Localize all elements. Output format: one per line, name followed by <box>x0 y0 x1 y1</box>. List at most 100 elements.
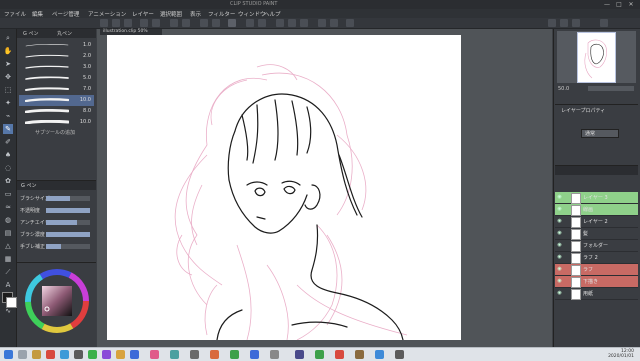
layer-row[interactable]: ◉ レイヤー 2 <box>555 216 638 228</box>
app-icon-12[interactable] <box>230 350 239 359</box>
tab-g-pen[interactable]: G ペン <box>23 30 38 37</box>
brush-item[interactable]: 10.0 <box>19 117 94 128</box>
minimize-button[interactable]: — <box>602 1 612 8</box>
app-icon-7[interactable] <box>130 350 139 359</box>
panel-icon-4[interactable] <box>600 19 608 27</box>
app-icon-19[interactable] <box>375 350 384 359</box>
color-wheel[interactable] <box>25 269 89 333</box>
eye-icon[interactable]: ◉ <box>556 266 563 273</box>
brush-item[interactable]: 7.0 <box>19 84 94 95</box>
panel-icon[interactable] <box>548 19 556 27</box>
property-row[interactable]: ブラシサイズ <box>20 195 93 203</box>
save-icon[interactable] <box>124 19 132 27</box>
close-button[interactable]: ✕ <box>626 1 636 8</box>
app-icon-14[interactable] <box>270 350 279 359</box>
search-icon[interactable] <box>18 350 27 359</box>
hand-icon[interactable]: ✋ <box>3 46 13 56</box>
property-row[interactable]: アンチエイリアス <box>20 219 93 227</box>
taskbar-clock[interactable]: 12:00 2020/01/01 <box>608 349 634 359</box>
app-icon-11[interactable] <box>210 350 219 359</box>
menu-view[interactable]: 表示 <box>190 10 201 18</box>
layer-row[interactable]: ◉ 下描き <box>555 276 638 288</box>
eye-icon[interactable]: ◉ <box>556 206 563 213</box>
property-slider[interactable] <box>46 232 90 237</box>
layer-row[interactable]: ◉ レイヤー 3 <box>555 192 638 204</box>
app-icon-20[interactable] <box>395 350 404 359</box>
property-row[interactable]: ブラシ濃度 <box>20 231 93 239</box>
navigator-zoom[interactable]: 50.0 <box>558 86 569 92</box>
transform-icon[interactable] <box>182 19 190 27</box>
add-subtool-link[interactable]: サブツールの追加 <box>35 129 75 136</box>
layer-row[interactable]: ◉ フォルダー <box>555 240 638 252</box>
eye-icon[interactable]: ◉ <box>556 242 563 249</box>
app-icon-2[interactable] <box>60 350 69 359</box>
app-icon-16[interactable] <box>315 350 324 359</box>
frame-icon[interactable]: ▦ <box>3 254 13 264</box>
grid-icon[interactable] <box>258 19 266 27</box>
property-slider[interactable] <box>46 244 90 249</box>
app-icon-5[interactable] <box>102 350 111 359</box>
figure-icon[interactable]: △ <box>3 241 13 251</box>
menu-selection[interactable]: 選択範囲 <box>160 10 182 18</box>
eyedropper-icon[interactable]: ⌁ <box>3 111 13 121</box>
rotate-icon[interactable] <box>330 19 338 27</box>
app-icon-6[interactable] <box>116 350 125 359</box>
eye-icon[interactable]: ◉ <box>556 278 563 285</box>
layer-row[interactable]: ◉ 用紙 <box>555 288 638 300</box>
eye-icon[interactable]: ◉ <box>556 194 563 201</box>
property-slider[interactable] <box>46 208 90 213</box>
settings-icon[interactable] <box>276 19 284 27</box>
navigator-thumbnail[interactable] <box>577 32 616 83</box>
app-icon-10[interactable] <box>190 350 199 359</box>
start-icon[interactable] <box>4 350 13 359</box>
zoom-icon[interactable]: ⌕ <box>3 33 13 43</box>
layer-row[interactable]: ◉ 髪 <box>555 228 638 240</box>
eye-icon[interactable]: ◉ <box>556 290 563 297</box>
fill-icon[interactable]: ◍ <box>3 215 13 225</box>
menu-edit[interactable]: 編集 <box>32 10 43 18</box>
layer-row[interactable]: ◉ 線画 <box>555 204 638 216</box>
property-row[interactable]: 不透明度 <box>20 207 93 215</box>
tools-icon[interactable] <box>288 19 296 27</box>
text-icon[interactable]: A <box>3 280 13 290</box>
blend-mode-select[interactable]: 通常 <box>581 129 619 138</box>
brush-item[interactable]: 3.0 <box>19 62 94 73</box>
sub-color-swatch[interactable] <box>6 297 17 308</box>
gradient-icon[interactable]: ▤ <box>3 228 13 238</box>
flip-icon[interactable] <box>318 19 326 27</box>
app-icon-1[interactable] <box>46 350 55 359</box>
property-slider[interactable] <box>46 220 90 225</box>
layer-row[interactable]: ◉ ラフ <box>555 264 638 276</box>
app-icon-4[interactable] <box>88 350 97 359</box>
explorer-icon[interactable] <box>32 350 41 359</box>
menu-page[interactable]: ページ管理 <box>52 10 79 18</box>
brush-item[interactable]: 2.0 <box>19 51 94 62</box>
new-icon[interactable] <box>100 19 108 27</box>
brush-icon[interactable]: ♠ <box>3 150 13 160</box>
selection-icon[interactable]: ⬚ <box>3 85 13 95</box>
ruler-tool-icon[interactable]: ⟋ <box>3 267 13 277</box>
app-icon-13[interactable] <box>250 350 259 359</box>
deselect-icon[interactable] <box>200 19 208 27</box>
clear-icon[interactable] <box>170 19 178 27</box>
open-icon[interactable] <box>112 19 120 27</box>
pen-icon[interactable]: ✎ <box>3 124 13 134</box>
menu-animation[interactable]: アニメーション <box>88 10 126 18</box>
navigator-zoom-slider[interactable] <box>588 86 634 91</box>
layer-settings-icon[interactable] <box>300 19 308 27</box>
app-icon-8[interactable] <box>150 350 159 359</box>
eye-icon[interactable]: ◉ <box>556 230 563 237</box>
panel-icon-2[interactable] <box>560 19 568 27</box>
eye-icon[interactable]: ◉ <box>556 254 563 261</box>
drawing-canvas[interactable] <box>107 35 461 340</box>
layer-row[interactable]: ◉ ラフ 2 <box>555 252 638 264</box>
blend-icon[interactable]: ≈ <box>3 202 13 212</box>
airbrush-icon[interactable]: ◌ <box>3 163 13 173</box>
snap-icon[interactable] <box>228 19 236 27</box>
app-icon-15[interactable] <box>295 350 304 359</box>
color-icon[interactable] <box>346 19 354 27</box>
eraser-icon[interactable]: ▭ <box>3 189 13 199</box>
maximize-button[interactable]: □ <box>614 1 624 8</box>
brush-item[interactable]: 1.0 <box>19 40 94 51</box>
brush-item[interactable]: 5.0 <box>19 73 94 84</box>
